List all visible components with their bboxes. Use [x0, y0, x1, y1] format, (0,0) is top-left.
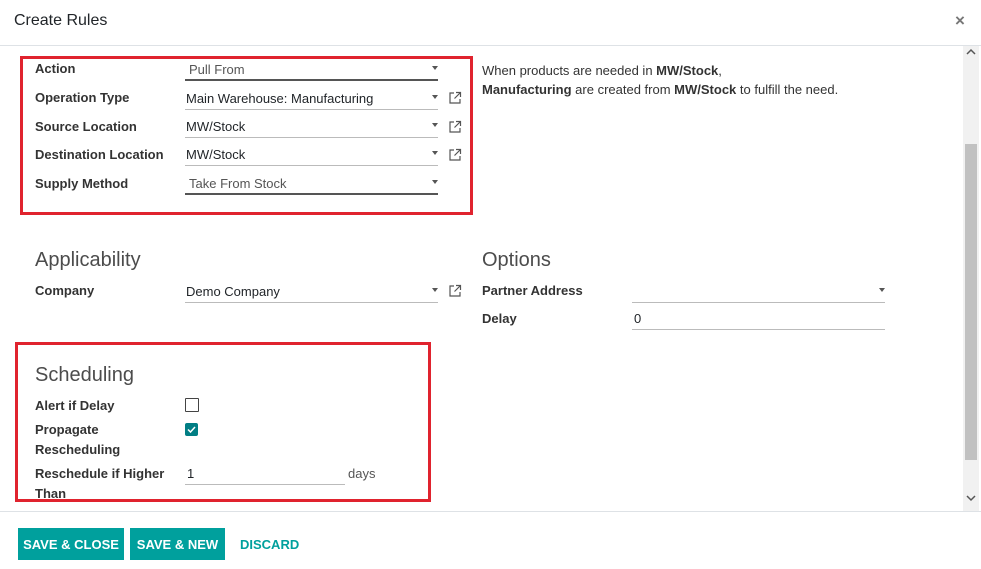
scroll-down-icon[interactable]: [963, 494, 979, 508]
applicability-title: Applicability: [35, 249, 141, 271]
caret-down-icon: [432, 288, 438, 292]
highlight-box-rule: [20, 56, 473, 215]
external-link-icon[interactable]: [448, 284, 462, 298]
modal-title: Create Rules: [14, 12, 108, 29]
scroll-up-icon[interactable]: [963, 48, 979, 62]
modal-header: Create Rules ×: [0, 0, 981, 46]
modal-footer: SAVE & CLOSE SAVE & NEW DISCARD: [0, 511, 981, 569]
highlight-box-scheduling: [15, 342, 431, 502]
partner-address-select[interactable]: [632, 279, 885, 303]
delay-label: Delay: [482, 311, 517, 326]
discard-button[interactable]: DISCARD: [240, 528, 299, 560]
delay-input[interactable]: 0: [632, 306, 885, 330]
partner-address-label: Partner Address: [482, 283, 583, 298]
delay-value: 0: [634, 311, 642, 326]
scrollbar-thumb[interactable]: [965, 144, 977, 460]
options-title: Options: [482, 249, 551, 271]
close-icon[interactable]: ×: [955, 11, 965, 31]
save-new-button[interactable]: SAVE & NEW: [130, 528, 225, 560]
scrollbar[interactable]: [963, 46, 979, 511]
company-value: Demo Company: [186, 284, 280, 299]
rule-description: When products are needed in MW/Stock, Ma…: [482, 63, 839, 97]
company-label: Company: [35, 283, 95, 298]
company-select[interactable]: Demo Company: [185, 279, 438, 303]
save-close-button[interactable]: SAVE & CLOSE: [18, 528, 124, 560]
caret-down-icon: [879, 288, 885, 292]
